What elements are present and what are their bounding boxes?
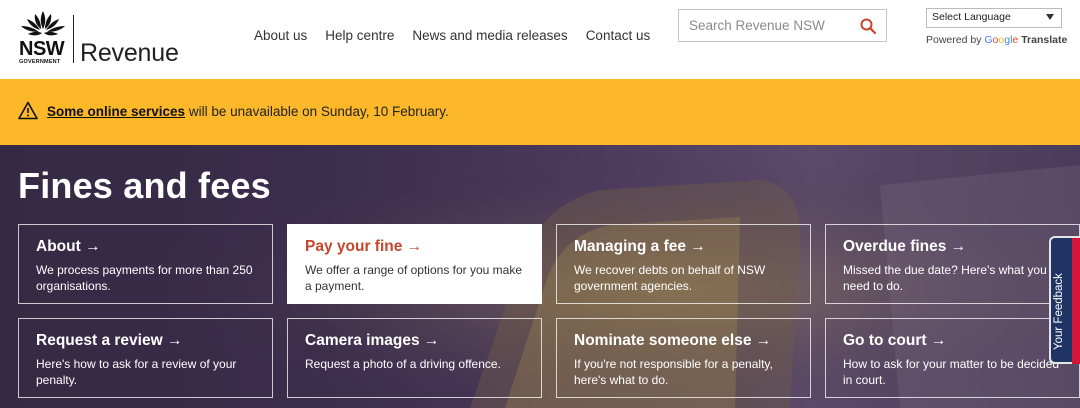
card-overdue-fines[interactable]: Overdue fines → Missed the due date? Her… xyxy=(825,224,1080,304)
card-about[interactable]: About → We process payments for more tha… xyxy=(18,224,273,304)
card-title: Nominate someone else → xyxy=(574,332,772,349)
card-title: Managing a fee → xyxy=(574,238,706,255)
nav-about-us[interactable]: About us xyxy=(254,28,307,43)
card-description: If you're not responsible for a penalty,… xyxy=(574,357,773,387)
hero-section: Fines and fees About → We process paymen… xyxy=(0,145,1080,408)
card-title: Overdue fines → xyxy=(843,238,967,255)
feedback-accent xyxy=(1072,238,1080,364)
card-title: Pay your fine → xyxy=(305,238,423,255)
card-title: About → xyxy=(36,238,101,255)
feedback-label: Your Feedback xyxy=(1053,273,1065,350)
card-description: Request a photo of a driving offence. xyxy=(305,357,501,371)
card-description: How to ask for your matter to be decided… xyxy=(843,357,1060,387)
nav-contact-us[interactable]: Contact us xyxy=(586,28,651,43)
page-title: Fines and fees xyxy=(18,165,271,206)
language-select[interactable]: Select Language xyxy=(926,8,1062,28)
nsw-revenue-logo[interactable]: NSW GOVERNMENT Revenue xyxy=(18,9,188,67)
card-description: Here's how to ask for a review of your p… xyxy=(36,357,237,387)
alert-link[interactable]: Some online services xyxy=(47,104,185,119)
chevron-down-icon xyxy=(1046,14,1054,20)
card-description: We process payments for more than 250 or… xyxy=(36,263,253,293)
card-description: Missed the due date? Here's what you nee… xyxy=(843,263,1047,293)
card-request-a-review[interactable]: Request a review → Here's how to ask for… xyxy=(18,318,273,398)
nav-news-media[interactable]: News and media releases xyxy=(412,28,567,43)
alert-banner: Some online services will be unavailable… xyxy=(0,79,1080,145)
site-header: NSW GOVERNMENT Revenue About us Help cen… xyxy=(0,0,1080,79)
google-logo: Google xyxy=(984,34,1019,46)
alert-message: Some online services will be unavailable… xyxy=(47,104,449,119)
card-title: Request a review → xyxy=(36,332,183,349)
main-nav: About us Help centre News and media rele… xyxy=(254,28,668,43)
card-title: Camera images → xyxy=(305,332,440,349)
card-nominate-someone-else[interactable]: Nominate someone else → If you're not re… xyxy=(556,318,811,398)
powered-by-label: Powered by xyxy=(926,34,982,46)
language-select-label: Select Language xyxy=(932,11,1011,23)
brand-name: Revenue xyxy=(80,39,179,67)
card-managing-a-fee[interactable]: Managing a fee → We recover debts on beh… xyxy=(556,224,811,304)
alert-text: will be unavailable on Sunday, 10 Februa… xyxy=(185,104,449,119)
search-box xyxy=(678,9,887,42)
card-pay-your-fine[interactable]: Pay your fine → We offer a range of opti… xyxy=(287,224,542,304)
powered-by-google: Powered by Google Translate xyxy=(926,34,1067,46)
waratah-icon xyxy=(21,11,65,36)
card-description: We offer a range of options for you make… xyxy=(305,263,523,293)
feedback-tab[interactable]: Your Feedback xyxy=(1049,236,1080,364)
nav-help-centre[interactable]: Help centre xyxy=(325,28,394,43)
card-title: Go to court → xyxy=(843,332,947,349)
warning-icon xyxy=(18,101,38,120)
logo-nsw-text: NSW xyxy=(19,38,65,60)
card-camera-images[interactable]: Camera images → Request a photo of a dri… xyxy=(287,318,542,398)
translate-link[interactable]: Translate xyxy=(1021,34,1067,46)
logo-divider xyxy=(73,15,74,63)
card-description: We recover debts on behalf of NSW govern… xyxy=(574,263,766,293)
search-input[interactable] xyxy=(689,18,849,33)
card-go-to-court[interactable]: Go to court → How to ask for your matter… xyxy=(825,318,1080,398)
logo-government-text: GOVERNMENT xyxy=(19,59,61,65)
search-icon[interactable] xyxy=(860,18,876,34)
